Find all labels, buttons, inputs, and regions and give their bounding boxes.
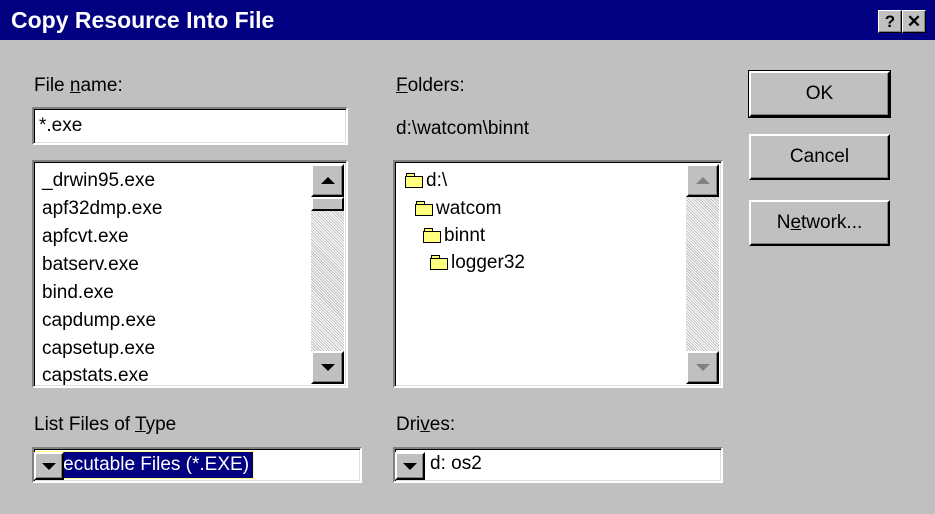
file-item-capstats[interactable]: capstats.exe <box>42 365 149 386</box>
arrow-up-icon <box>320 177 335 184</box>
file-list[interactable]: _drwin95.exe apf32dmp.exe apfcvt.exe bat… <box>32 160 348 388</box>
folders-label: Folders: <box>396 75 465 96</box>
arrow-up-icon <box>695 177 710 184</box>
file-type-dropdown-button[interactable] <box>34 452 64 480</box>
arrow-down-icon <box>695 364 710 371</box>
file-name-label: File name: <box>34 75 123 96</box>
file-type-select[interactable]: Executable Files (*.EXE) <box>32 447 362 483</box>
file-list-scroll-down-button[interactable] <box>311 351 344 384</box>
folder-item-binnt[interactable]: binnt <box>423 225 485 247</box>
file-item-batserv[interactable]: batserv.exe <box>42 254 139 276</box>
file-list-scrollbar[interactable] <box>311 164 344 384</box>
chevron-down-icon <box>42 462 56 470</box>
file-item-bind[interactable]: bind.exe <box>42 282 114 304</box>
folder-tree[interactable]: d:\ watcom binnt logger32 <box>393 160 723 388</box>
drives-label: Drives: <box>396 414 456 435</box>
file-item-apf32dmp[interactable]: apf32dmp.exe <box>42 198 162 220</box>
folder-tree-scroll-up-button[interactable] <box>686 164 719 197</box>
file-type-selected-value: Executable Files (*.EXE) <box>35 451 255 479</box>
window-title: Copy Resource Into File <box>11 7 275 33</box>
chevron-down-icon <box>403 462 417 470</box>
file-item-capdump[interactable]: capdump.exe <box>42 310 156 332</box>
file-list-scroll-up-button[interactable] <box>311 164 344 197</box>
file-list-scroll-thumb[interactable] <box>311 197 344 211</box>
cancel-button[interactable]: Cancel <box>749 134 890 180</box>
title-bar: Copy Resource Into File ? ✕ <box>0 0 935 40</box>
file-item-apfcvt[interactable]: apfcvt.exe <box>42 226 129 248</box>
file-item-drwin95[interactable]: _drwin95.exe <box>42 170 155 192</box>
file-type-label: List Files of Type <box>34 414 177 435</box>
drives-select[interactable]: d: os2 <box>393 447 723 483</box>
folder-item-logger32[interactable]: logger32 <box>430 252 525 274</box>
folder-item-watcom[interactable]: watcom <box>415 198 501 220</box>
folder-item-d-root[interactable]: d:\ <box>405 170 447 192</box>
open-folder-icon <box>415 201 433 216</box>
folder-tree-scrollbar[interactable] <box>686 164 719 384</box>
file-item-capsetup[interactable]: capsetup.exe <box>42 338 155 360</box>
drives-dropdown-button[interactable] <box>395 452 425 480</box>
file-name-input[interactable] <box>32 107 348 145</box>
arrow-down-icon <box>320 364 335 371</box>
open-folder-icon <box>405 173 423 188</box>
folder-icon <box>430 255 448 270</box>
network-button[interactable]: Ne twork... <box>749 200 890 246</box>
open-folder-icon <box>423 228 441 243</box>
current-folder-path: d:\watcom\binnt <box>396 118 530 139</box>
ok-button[interactable]: OK <box>748 70 891 118</box>
close-button[interactable]: ✕ <box>902 10 926 33</box>
help-button[interactable]: ? <box>878 10 902 33</box>
folder-tree-scroll-down-button[interactable] <box>686 351 719 384</box>
